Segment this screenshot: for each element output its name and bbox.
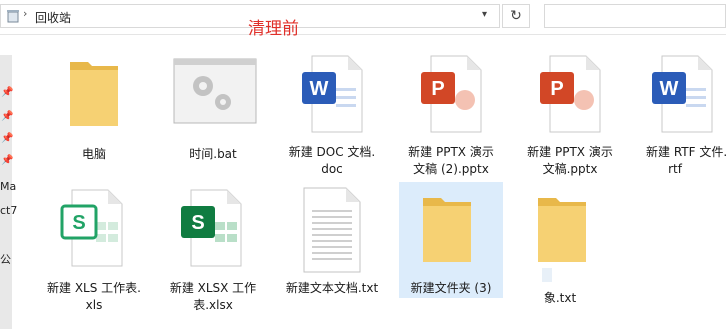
powerpoint-icon: P bbox=[540, 55, 601, 133]
file-item-doc[interactable]: W 新建 DOC 文档. doc bbox=[280, 48, 384, 182]
svg-text:P: P bbox=[431, 78, 444, 100]
file-item-xls[interactable]: S 新建 XLS 工作表. xls bbox=[42, 184, 146, 324]
bat-file-icon bbox=[173, 58, 257, 124]
powerpoint-icon: P bbox=[421, 55, 482, 133]
file-item-new-folder-3[interactable]: 新建文件夹 (3) bbox=[399, 182, 503, 298]
sidebar-item-ma[interactable]: Ma bbox=[0, 180, 16, 193]
svg-text:P: P bbox=[550, 78, 563, 100]
svg-text:S: S bbox=[72, 212, 85, 234]
pin-icon: 📌 bbox=[1, 87, 14, 98]
recycle-bin-icon bbox=[7, 10, 19, 23]
file-label: 时间.bat bbox=[189, 147, 237, 161]
file-label: 新建 RTF 文件. bbox=[646, 145, 726, 159]
pin-icon: 📌 bbox=[1, 155, 14, 166]
annotation-label: 清理前 bbox=[248, 19, 299, 39]
file-item-computer[interactable]: 电脑 bbox=[42, 48, 146, 182]
folder-icon bbox=[423, 198, 471, 262]
pin-icon: 📌 bbox=[1, 133, 14, 144]
file-label-ext: 文稿.pptx bbox=[542, 162, 598, 176]
folder-icon bbox=[70, 62, 118, 126]
folder-icon bbox=[538, 198, 586, 282]
file-label-ext: xls bbox=[85, 298, 103, 312]
file-label: 新建 XLS 工作表. bbox=[47, 281, 141, 295]
file-item-xiang-txt[interactable]: 象.txt bbox=[508, 184, 612, 314]
file-label: 象.txt bbox=[543, 291, 577, 305]
file-item-pptx-2[interactable]: P 新建 PPTX 演示 文稿 (2).pptx bbox=[399, 48, 503, 182]
file-item-txt[interactable]: 新建文本文档.txt bbox=[280, 184, 384, 324]
address-bar: › 回收站 › ▾ ↻ bbox=[0, 0, 726, 35]
file-item-pptx[interactable]: P 新建 PPTX 演示 文稿.pptx bbox=[518, 48, 622, 182]
file-label: 新建 PPTX 演示 bbox=[408, 145, 494, 159]
file-label-ext: doc bbox=[321, 162, 343, 176]
file-label: 新建文本文档.txt bbox=[285, 281, 379, 295]
svg-text:S: S bbox=[191, 212, 204, 234]
file-label: 新建 PPTX 演示 bbox=[527, 145, 613, 159]
file-item-bat[interactable]: 时间.bat bbox=[161, 48, 265, 182]
word-icon: W bbox=[302, 55, 363, 133]
word-icon: W bbox=[652, 55, 713, 133]
file-label-ext: 文稿 (2).pptx bbox=[413, 162, 489, 176]
chevron-right-icon[interactable]: › bbox=[63, 8, 67, 21]
sidebar-item-public[interactable]: 公 bbox=[0, 251, 11, 267]
refresh-button[interactable]: ↻ bbox=[502, 4, 530, 28]
file-label-ext: rtf bbox=[668, 162, 682, 176]
file-label: 新建文件夹 (3) bbox=[410, 281, 492, 295]
file-label: 电脑 bbox=[81, 147, 106, 161]
navigation-pane: 📌 📌 📌 📌 Ma ct7 公 bbox=[0, 35, 30, 329]
file-label: 新建 XLSX 工作 bbox=[169, 281, 257, 295]
file-label-ext: 表.xlsx bbox=[193, 298, 233, 312]
pin-icon: 📌 bbox=[1, 111, 14, 122]
file-item-xlsx[interactable]: S 新建 XLSX 工作 表.xlsx bbox=[161, 184, 265, 324]
svg-text:W: W bbox=[660, 78, 679, 100]
breadcrumb-separator: › bbox=[23, 7, 28, 20]
search-input[interactable] bbox=[544, 4, 726, 28]
svg-text:W: W bbox=[310, 78, 329, 100]
sidebar-item-ct7[interactable]: ct7 bbox=[0, 204, 17, 217]
excel-icon: S bbox=[181, 189, 242, 267]
excel-icon: S bbox=[60, 189, 123, 267]
file-item-rtf[interactable]: W 新建 RTF 文件. rtf bbox=[624, 48, 726, 182]
chevron-down-icon[interactable]: ▾ bbox=[482, 9, 487, 20]
file-label: 新建 DOC 文档. bbox=[288, 145, 376, 159]
text-file-icon bbox=[303, 187, 361, 273]
